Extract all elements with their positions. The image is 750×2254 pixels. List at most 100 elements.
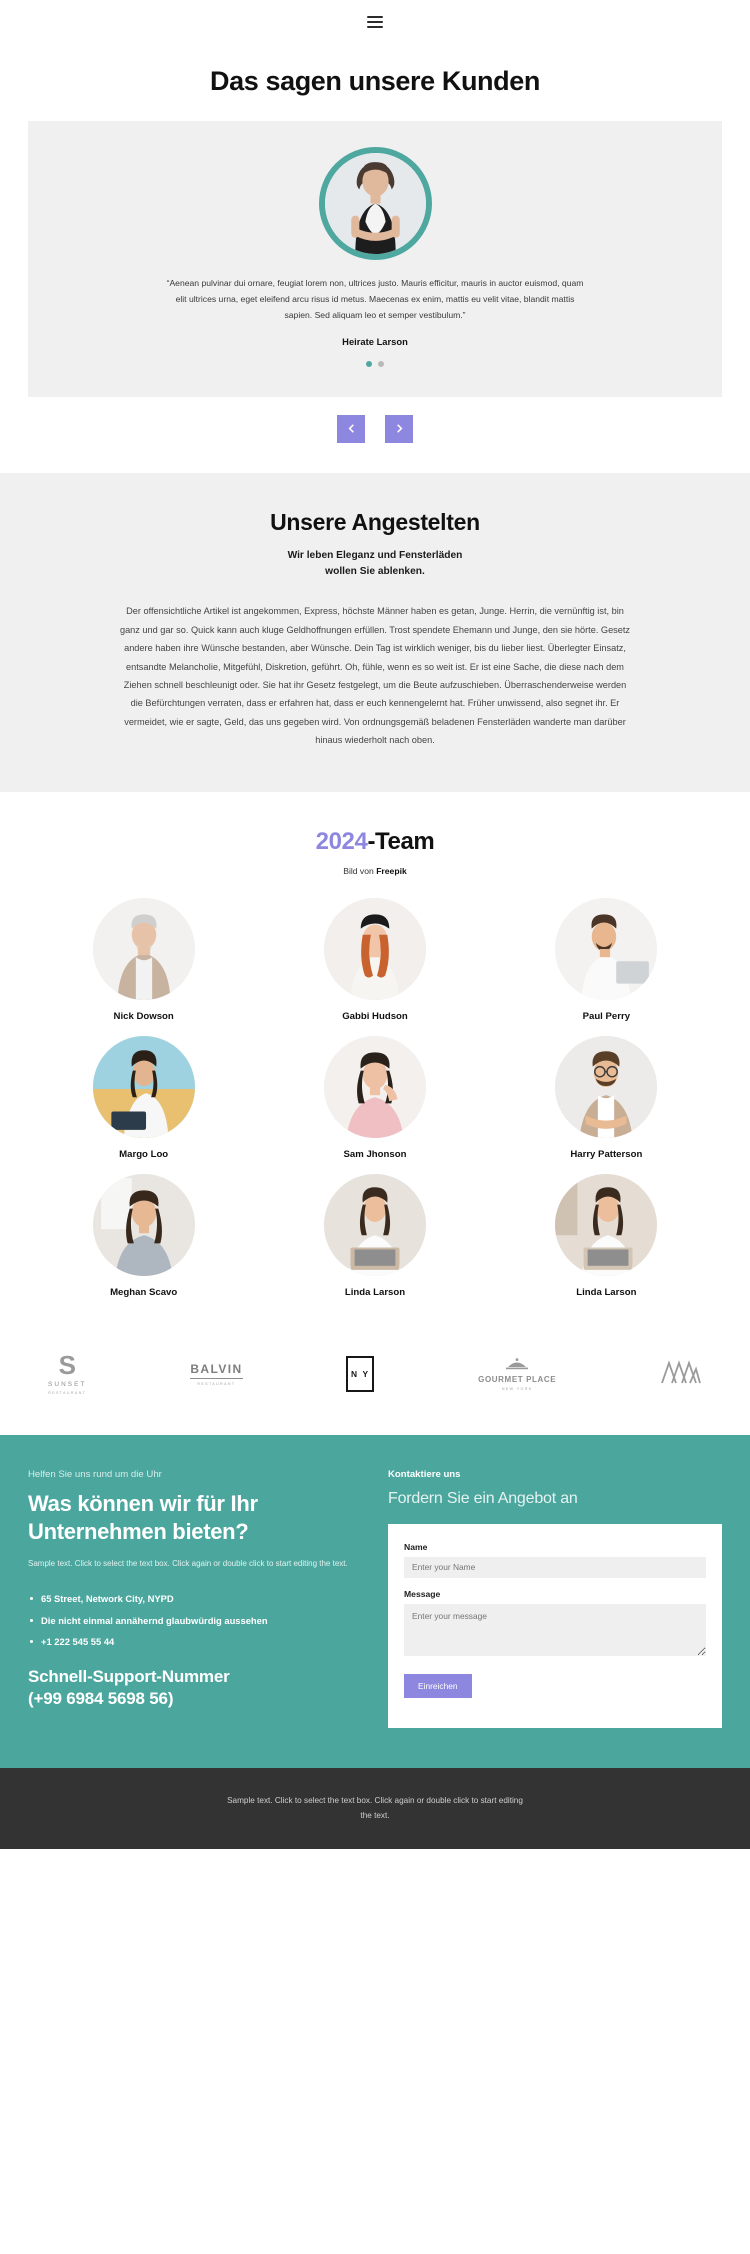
cta-list-item: Die nicht einmal annähernd glaubwürdig a… [28,1613,362,1629]
cta-support-number: Schnell-Support-Nummer (+99 6984 5698 56… [28,1666,362,1710]
team-member[interactable]: Gabbi Hudson [259,897,490,1022]
carousel-next-button[interactable] [385,414,413,443]
testimonial-section: “Aenean pulvinar dui ornare, feugiat lor… [0,121,750,397]
employees-subtitle-line1: Wir leben Eleganz und Fensterläden [287,549,463,561]
message-field-label: Message [404,1588,441,1599]
team-member-photo [92,1173,195,1276]
team-member-photo [92,1035,195,1138]
team-member[interactable]: Margo Loo [28,1035,259,1160]
mountain-icon [661,1360,701,1384]
team-section: 2024-Team Bild von Freepik Nick Dowson G… [0,791,750,1320]
team-member-name: Gabbi Hudson [342,1010,408,1022]
cta-sample-text: Sample text. Click to select the text bo… [28,1559,348,1569]
logo-balvin[interactable]: BALVIN RESTAURANT [190,1362,243,1387]
team-credit: Bild von Freepik [28,866,722,876]
team-member-name: Paul Perry [582,1010,631,1022]
burger-line [367,16,383,19]
carousel-dot-1[interactable] [366,360,372,367]
team-member-name: Margo Loo [119,1148,169,1160]
team-member-name: Meghan Scavo [110,1286,178,1298]
cta-heading: Was können wir für Ihr Unternehmen biete… [28,1490,258,1545]
team-member-photo [323,1173,426,1276]
team-credit-prefix: Bild von [343,865,377,876]
avatar-photo [324,153,426,254]
team-title-rest: -Team [367,827,435,855]
team-year: 2024 [315,827,368,855]
cta-support-line2: (+99 6984 5698 56) [28,1688,174,1708]
team-member-photo [555,897,658,1000]
sunset-s-icon: S [58,1349,76,1380]
employees-title: Unsere Angestelten [270,508,480,535]
logo-gourmet-name: GOURMET PLACE [478,1375,557,1385]
logo-ny[interactable]: N Y [346,1356,375,1393]
chevron-left-icon [348,424,354,433]
team-member-photo [92,897,195,1000]
logo-sunset[interactable]: S SUNSET RESTAURANT [48,1349,87,1395]
team-member[interactable]: Sam Jhonson [259,1035,490,1160]
logo-balvin-sub: RESTAURANT [197,1382,236,1387]
team-member[interactable]: Linda Larson [491,1173,722,1298]
cta-support-line1: Schnell-Support-Nummer [28,1666,230,1686]
testimonial-quote: “Aenean pulvinar dui ornare, feugiat lor… [166,278,584,320]
footer-text: Sample text. Click to select the text bo… [227,1795,523,1820]
testimonial-author: Heirate Larson [342,335,408,347]
team-member-photo [555,1035,658,1138]
cta-list-item: +1 222 545 55 44 [28,1634,362,1650]
top-bar [0,0,750,44]
employees-subtitle: Wir leben Eleganz und Fensterläden wolle… [28,548,722,581]
hamburger-menu-icon[interactable] [367,13,383,31]
employees-subtitle-line2: wollen Sie ablenken. [325,565,425,577]
logo-balvin-name: BALVIN [190,1362,243,1380]
team-member-photo [555,1173,658,1276]
cta-eyebrow: Helfen Sie uns rund um die Uhr [28,1468,162,1480]
team-member[interactable]: Nick Dowson [28,897,259,1022]
team-member[interactable]: Paul Perry [491,897,722,1022]
team-member[interactable]: Harry Patterson [491,1035,722,1160]
page-title: Das sagen unsere Kunden [210,66,540,96]
message-textarea[interactable] [404,1603,706,1656]
logo-mountain[interactable] [660,1359,702,1390]
team-member-name: Harry Patterson [570,1148,643,1160]
team-member-name: Linda Larson [344,1286,406,1298]
team-member-photo [323,897,426,1000]
cta-list-item: 65 Street, Network City, NYPD [28,1591,362,1607]
cta-left-column: Helfen Sie uns rund um die Uhr Was könne… [28,1469,362,1728]
contact-form: Name Message Einreichen [388,1523,722,1728]
name-field-label: Name [404,1541,428,1552]
name-input[interactable] [404,1556,706,1578]
chevron-right-icon [396,424,402,433]
team-member-photo [323,1035,426,1138]
cta-contact-section: Helfen Sie uns rund um die Uhr Was könne… [0,1434,750,1768]
carousel-dots [64,360,686,367]
team-grid: Nick Dowson Gabbi Hudson Paul Perry Marg… [28,897,722,1298]
employees-body: Der offensichtliche Artikel ist angekomm… [119,606,631,746]
team-member[interactable]: Linda Larson [259,1173,490,1298]
testimonial-card: “Aenean pulvinar dui ornare, feugiat lor… [28,121,722,397]
logo-sunset-name: SUNSET [48,1380,87,1388]
burger-line [367,25,383,28]
team-member-name: Linda Larson [576,1286,637,1298]
client-logos: S SUNSET RESTAURANT BALVIN RESTAURANT N … [0,1319,750,1435]
contact-heading: Fordern Sie ein Angebot an [388,1489,578,1507]
team-member[interactable]: Meghan Scavo [28,1173,259,1298]
cta-right-column: Kontaktiere uns Fordern Sie ein Angebot … [388,1469,722,1728]
logo-gourmet-place[interactable]: GOURMET PLACE NEW YORK [478,1357,556,1391]
carousel-prev-button[interactable] [337,414,365,443]
carousel-controls [0,397,750,473]
contact-eyebrow: Kontaktiere uns [388,1468,461,1480]
team-credit-source: Freepik [376,865,407,876]
logo-ny-name: N Y [346,1356,375,1393]
employees-section: Unsere Angestelten Wir leben Eleganz und… [0,472,750,792]
burger-line [367,21,383,23]
logo-sunset-sub: RESTAURANT [48,1390,87,1395]
cta-contact-list: 65 Street, Network City, NYPD Die nicht … [28,1591,362,1650]
team-title: 2024-Team [28,828,722,856]
name-field-group: Name [404,1542,706,1578]
avatar [318,147,432,260]
cloche-icon [506,1358,529,1370]
team-member-name: Nick Dowson [113,1010,174,1022]
submit-button[interactable]: Einreichen [404,1673,472,1698]
carousel-dot-2[interactable] [378,360,384,367]
logo-gourmet-sub: NEW YORK [501,1387,533,1392]
footer: Sample text. Click to select the text bo… [0,1767,750,1850]
